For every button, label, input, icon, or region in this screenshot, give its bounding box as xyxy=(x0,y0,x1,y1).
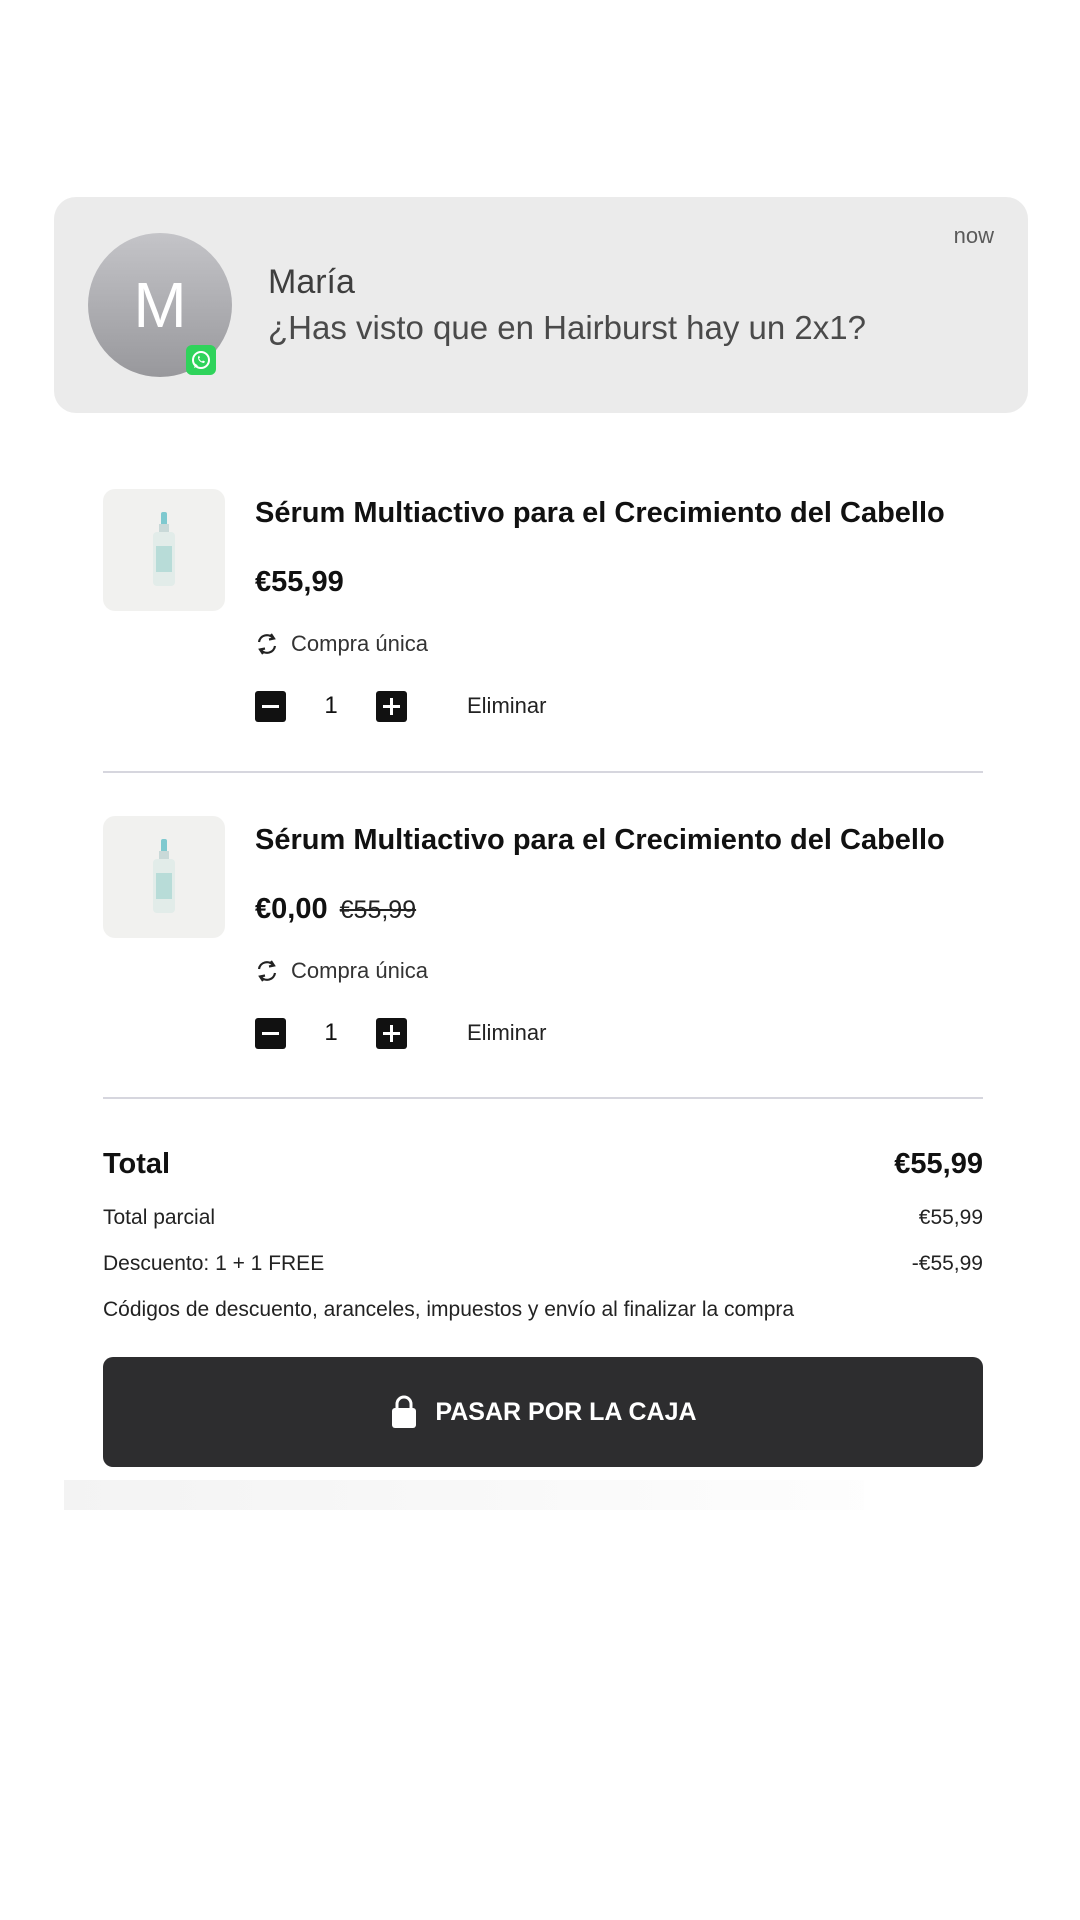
avatar-initial: M xyxy=(133,269,187,341)
notification-sender: María xyxy=(268,263,355,301)
current-price: €0,00 xyxy=(255,893,328,925)
cart-item: Sérum Multiactivo para el Crecimiento de… xyxy=(103,489,983,729)
fade-overlay xyxy=(64,1480,864,1510)
notification-message: ¿Has visto que en Hairburst hay un 2x1? xyxy=(268,309,866,346)
product-image[interactable] xyxy=(103,489,225,611)
quantity-stepper: 1 Eliminar xyxy=(255,1017,546,1049)
product-image[interactable] xyxy=(103,816,225,938)
refresh-icon xyxy=(257,633,277,655)
discount-label: Descuento: 1 + 1 FREE xyxy=(103,1252,325,1275)
current-price: €55,99 xyxy=(255,566,344,598)
quantity-value: 1 xyxy=(324,692,338,719)
plus-icon xyxy=(383,1024,400,1042)
remove-item-link[interactable]: Eliminar xyxy=(467,693,546,719)
lock-icon xyxy=(392,1395,417,1428)
checkout-button[interactable]: PASAR POR LA CAJA xyxy=(103,1357,983,1467)
product-price: €55,99 xyxy=(255,566,344,599)
total-value: €55,99 xyxy=(894,1148,983,1180)
checkout-label: PASAR POR LA CAJA xyxy=(435,1397,697,1426)
purchase-type-label: Compra única xyxy=(291,958,428,983)
whatsapp-icon xyxy=(186,345,216,375)
divider xyxy=(103,771,983,773)
remove-item-link[interactable]: Eliminar xyxy=(467,1020,546,1046)
quantity-value: 1 xyxy=(324,1019,338,1046)
divider xyxy=(103,1097,983,1099)
cart-item: Sérum Multiactivo para el Crecimiento de… xyxy=(103,816,983,1056)
serum-bottle-icon xyxy=(153,512,175,586)
purchase-type-label: Compra única xyxy=(291,631,428,656)
checkout-note: Códigos de descuento, aranceles, impuest… xyxy=(103,1298,795,1321)
product-price: €0,00 €55,99 xyxy=(255,893,416,926)
message-notification[interactable]: M now María ¿Has visto que en Hairburst … xyxy=(54,197,1028,413)
purchase-type: Compra única xyxy=(255,958,428,984)
decrease-quantity-button[interactable] xyxy=(255,690,286,722)
increase-quantity-button[interactable] xyxy=(376,690,407,722)
notification-time: now xyxy=(953,223,994,248)
page: M now María ¿Has visto que en Hairburst … xyxy=(0,0,1080,1920)
discount-row: Descuento: 1 + 1 FREE -€55,99 xyxy=(103,1252,983,1276)
decrease-quantity-button[interactable] xyxy=(255,1017,286,1049)
total-row: Total €55,99 xyxy=(103,1148,983,1181)
total-label: Total xyxy=(103,1148,171,1180)
product-title[interactable]: Sérum Multiactivo para el Crecimiento de… xyxy=(255,824,945,857)
minus-icon xyxy=(262,1031,279,1035)
purchase-type: Compra única xyxy=(255,631,428,657)
serum-bottle-icon xyxy=(153,839,175,913)
minus-icon xyxy=(262,704,279,708)
product-title[interactable]: Sérum Multiactivo para el Crecimiento de… xyxy=(255,497,945,530)
subtotal-row: Total parcial €55,99 xyxy=(103,1206,983,1230)
increase-quantity-button[interactable] xyxy=(376,1017,407,1049)
plus-icon xyxy=(383,697,400,715)
discount-value: -€55,99 xyxy=(911,1252,983,1275)
original-price: €55,99 xyxy=(339,896,417,924)
subtotal-label: Total parcial xyxy=(103,1206,216,1229)
refresh-icon xyxy=(257,960,277,982)
quantity-stepper: 1 Eliminar xyxy=(255,690,546,722)
subtotal-value: €55,99 xyxy=(918,1206,983,1229)
